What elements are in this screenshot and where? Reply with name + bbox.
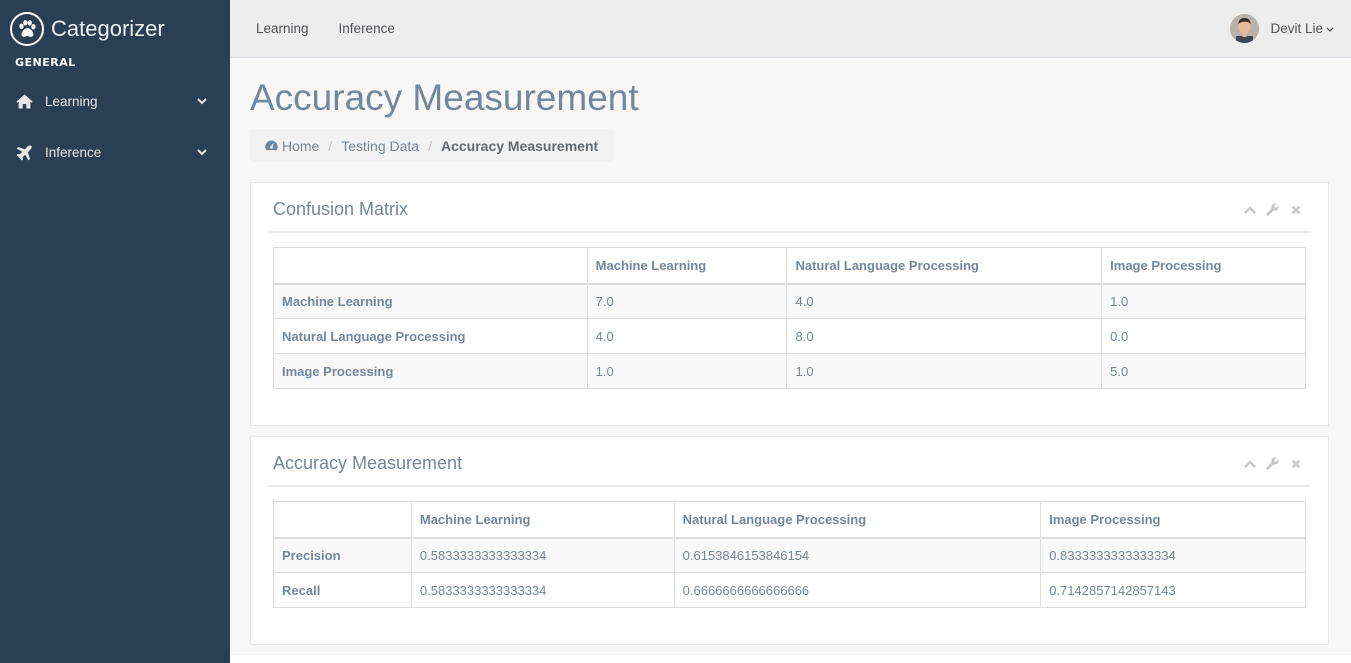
sidebar-item-learning[interactable]: Learning (0, 76, 230, 127)
table-row: Recall 0.5833333333333334 0.666666666666… (273, 572, 1306, 608)
panel-divider (268, 231, 1311, 233)
table-cell: 4.0 (786, 283, 1103, 319)
sidebar: Categorizer GENERAL Learning Inference (0, 0, 230, 663)
table-cell: 7.0 (586, 283, 788, 319)
column-header: Image Processing (1040, 501, 1306, 539)
table-cell: 0.5833333333333334 (410, 572, 675, 608)
wrench-icon[interactable] (1266, 457, 1279, 470)
table-cell: 8.0 (786, 318, 1103, 354)
breadcrumb-testing-data[interactable]: Testing Data (341, 138, 419, 154)
table-cell: 0.7142857142857143 (1040, 572, 1306, 608)
main-content: Accuracy Measurement Home / Testing Data… (230, 59, 1351, 655)
page-title: Accuracy Measurement (250, 77, 639, 118)
chevron-down-icon (196, 147, 208, 159)
table-cell: 0.6666666666666666 (673, 572, 1042, 608)
user-menu[interactable]: Devit Lie (1230, 14, 1334, 43)
column-header: Natural Language Processing (673, 501, 1042, 539)
breadcrumb-current: Accuracy Measurement (440, 137, 599, 154)
breadcrumb: Home / Testing Data / Accuracy Measureme… (250, 129, 614, 162)
close-icon[interactable] (1289, 457, 1302, 470)
chevron-up-icon[interactable] (1243, 203, 1256, 216)
table-cell: 1.0 (1101, 283, 1306, 319)
column-header (273, 501, 412, 539)
nav-link-learning[interactable]: Learning (256, 21, 309, 36)
row-header: Machine Learning (273, 283, 588, 319)
accuracy-measurement-panel: Accuracy Measurement Machine Learning Na… (250, 436, 1329, 645)
paw-icon (10, 12, 44, 46)
breadcrumb-separator: / (428, 137, 432, 154)
table-cell: 0.6153846153846154 (673, 537, 1042, 573)
chevron-down-icon (1326, 21, 1334, 36)
footer-strip (230, 655, 1351, 663)
breadcrumb-home[interactable]: Home (282, 138, 319, 154)
plane-icon (15, 144, 33, 161)
panel-tools (1233, 457, 1302, 470)
table-row: Precision 0.5833333333333334 0.615384615… (273, 537, 1306, 573)
row-header: Image Processing (273, 353, 588, 389)
chevron-up-icon[interactable] (1243, 457, 1256, 470)
table-cell: 0.0 (1101, 318, 1306, 354)
panel-title: Confusion Matrix (273, 199, 409, 219)
row-header: Natural Language Processing (273, 318, 588, 354)
dashboard-icon (265, 138, 282, 154)
table-row: Natural Language Processing 4.0 8.0 0.0 (273, 318, 1306, 354)
brand-title: Categorizer (51, 16, 165, 41)
sidebar-item-inference[interactable]: Inference (0, 127, 230, 178)
table-cell: 5.0 (1101, 353, 1306, 389)
nav-link-inference[interactable]: Inference (339, 21, 395, 36)
row-header: Recall (273, 572, 412, 608)
sidebar-item-label: Learning (45, 94, 98, 109)
table-row: Image Processing 1.0 1.0 5.0 (273, 353, 1306, 389)
table-cell: 1.0 (586, 353, 788, 389)
column-header: Machine Learning (586, 247, 788, 285)
column-header: Image Processing (1101, 247, 1306, 285)
chevron-down-icon (196, 96, 208, 108)
column-header: Machine Learning (410, 501, 675, 539)
row-header: Precision (273, 537, 412, 573)
brand[interactable]: Categorizer (0, 0, 230, 58)
sidebar-item-label: Inference (45, 145, 102, 160)
avatar (1230, 14, 1260, 43)
confusion-matrix-table: Machine Learning Natural Language Proces… (273, 247, 1306, 389)
table-header-row: Machine Learning Natural Language Proces… (273, 247, 1306, 285)
table-cell: 1.0 (786, 353, 1103, 389)
user-name: Devit Lie (1270, 21, 1323, 36)
column-header: Natural Language Processing (786, 247, 1103, 285)
panel-divider (268, 485, 1311, 487)
accuracy-measurement-table: Machine Learning Natural Language Proces… (273, 501, 1306, 608)
table-row: Machine Learning 7.0 4.0 1.0 (273, 283, 1306, 319)
menu-section-title: GENERAL (15, 56, 76, 69)
column-header (273, 247, 588, 285)
table-cell: 0.5833333333333334 (410, 537, 675, 573)
table-header-row: Machine Learning Natural Language Proces… (273, 501, 1306, 539)
panel-title: Accuracy Measurement (273, 453, 463, 473)
breadcrumb-separator: / (328, 137, 333, 154)
home-icon (15, 94, 33, 110)
table-cell: 4.0 (586, 318, 788, 354)
confusion-matrix-panel: Confusion Matrix Machine Learning Natura… (250, 182, 1329, 426)
top-navbar: Learning Inference Devit Lie (230, 0, 1351, 58)
table-cell: 0.8333333333333334 (1040, 537, 1306, 573)
panel-tools (1233, 203, 1302, 216)
wrench-icon[interactable] (1266, 203, 1279, 216)
close-icon[interactable] (1289, 203, 1302, 216)
